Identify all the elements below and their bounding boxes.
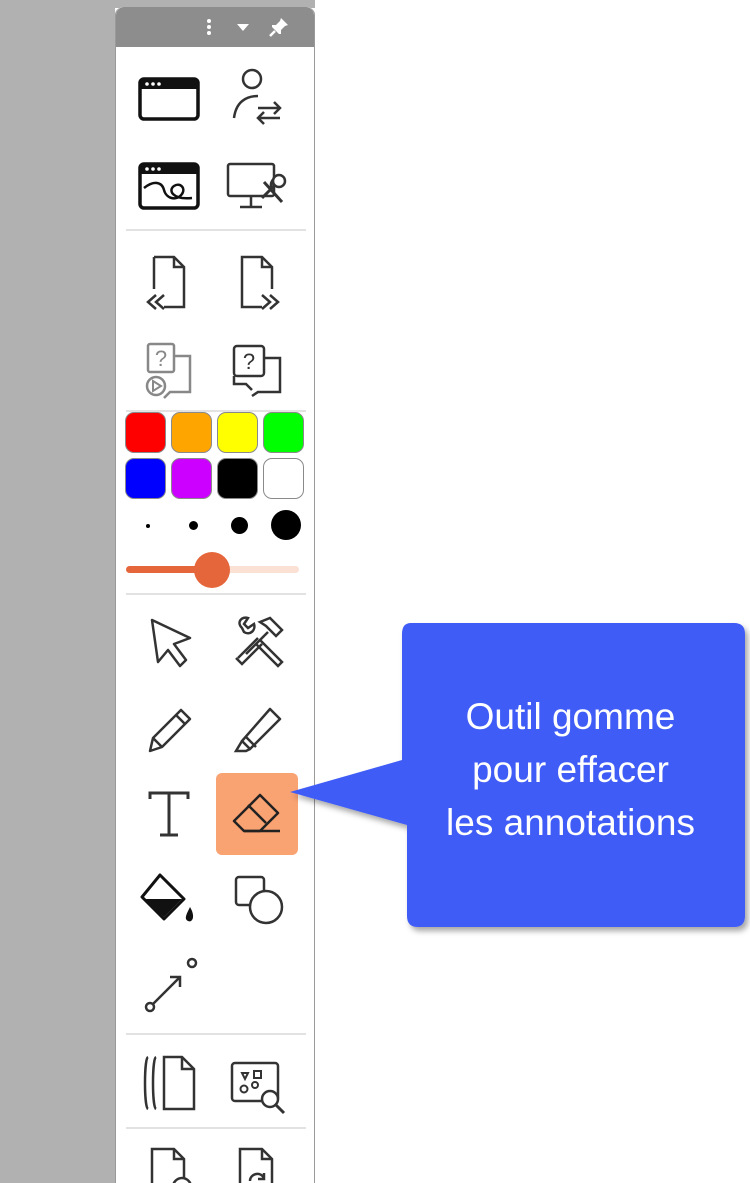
eraser-tool[interactable] (216, 773, 298, 855)
page-search-tool[interactable] (128, 1131, 210, 1183)
color-swatch-white[interactable] (263, 458, 304, 499)
image-search-tool[interactable] (216, 1041, 298, 1123)
page-search-icon (150, 1147, 192, 1183)
separator (126, 1127, 306, 1129)
line-tool[interactable] (128, 943, 210, 1025)
callout-text: Outil gomme pour effacer les annotations (408, 690, 733, 849)
separator (126, 229, 306, 231)
select-tool[interactable] (128, 602, 210, 684)
user-switch-tool[interactable] (216, 56, 298, 138)
background-area (0, 0, 115, 1183)
color-swatch-orange[interactable] (171, 412, 212, 453)
text-tool[interactable] (128, 773, 210, 855)
previous-page-tool[interactable] (128, 243, 210, 325)
help-chat-icon: ? (232, 344, 282, 398)
toolbar-titlebar[interactable] (116, 7, 314, 47)
fill-tool[interactable] (128, 859, 210, 941)
size-slider-thumb[interactable] (194, 552, 230, 588)
highlighter-icon (233, 707, 282, 753)
shapes-icon (234, 875, 284, 925)
shapes-tool[interactable] (216, 859, 298, 941)
video-help-icon: ? (145, 342, 192, 399)
video-help-tool[interactable]: ? (128, 330, 210, 412)
brush-size-large[interactable] (271, 510, 301, 540)
cursor-arrow-icon (150, 618, 192, 668)
vertical-ellipsis-icon[interactable] (197, 15, 221, 39)
color-swatch-purple[interactable] (171, 458, 212, 499)
monitor-wrench-icon (226, 162, 287, 209)
window-drawing-icon (138, 162, 200, 210)
next-page-tool[interactable] (216, 243, 298, 325)
annotation-toolbar: ? ? (115, 7, 315, 1183)
color-swatch-green[interactable] (263, 412, 304, 453)
svg-text:?: ? (155, 346, 167, 371)
window-drawing-tool[interactable] (128, 144, 210, 226)
wrench-hammer-icon (235, 616, 284, 668)
page-next-icon (240, 255, 280, 310)
tools-tool[interactable] (216, 602, 298, 684)
separator (126, 593, 306, 595)
line-arrow-icon (144, 957, 198, 1013)
brush-size-extra-small[interactable] (146, 524, 150, 528)
pin-icon[interactable] (267, 15, 291, 39)
page-refresh-icon (238, 1147, 274, 1183)
window-icon (138, 77, 200, 121)
page-previous-icon (146, 255, 186, 310)
pencil-tool[interactable] (128, 687, 210, 769)
image-search-icon (230, 1061, 286, 1115)
callout-line-2: pour effacer (472, 749, 669, 790)
pencil-icon (148, 708, 192, 753)
highlighter-tool[interactable] (216, 687, 298, 769)
paint-bucket-icon (140, 873, 194, 922)
brush-size-medium[interactable] (231, 517, 248, 534)
eraser-icon (232, 793, 280, 833)
caret-down-icon[interactable] (231, 15, 255, 39)
help-tool[interactable]: ? (216, 330, 298, 412)
svg-text:?: ? (243, 349, 255, 374)
color-swatch-blue[interactable] (125, 458, 166, 499)
text-icon (148, 791, 190, 837)
monitor-settings-tool[interactable] (216, 144, 298, 226)
separator (126, 1033, 306, 1035)
page-refresh-tool[interactable] (216, 1131, 298, 1183)
pages-tool[interactable] (128, 1041, 210, 1123)
color-swatch-black[interactable] (217, 458, 258, 499)
pages-icon (143, 1055, 196, 1111)
brush-size-small[interactable] (189, 521, 198, 530)
callout-line-1: Outil gomme (465, 696, 676, 737)
color-swatch-yellow[interactable] (217, 412, 258, 453)
color-swatch-red[interactable] (125, 412, 166, 453)
window-tool[interactable] (128, 56, 210, 138)
user-switch-icon (232, 68, 282, 125)
callout-line-3: les annotations (446, 802, 695, 843)
